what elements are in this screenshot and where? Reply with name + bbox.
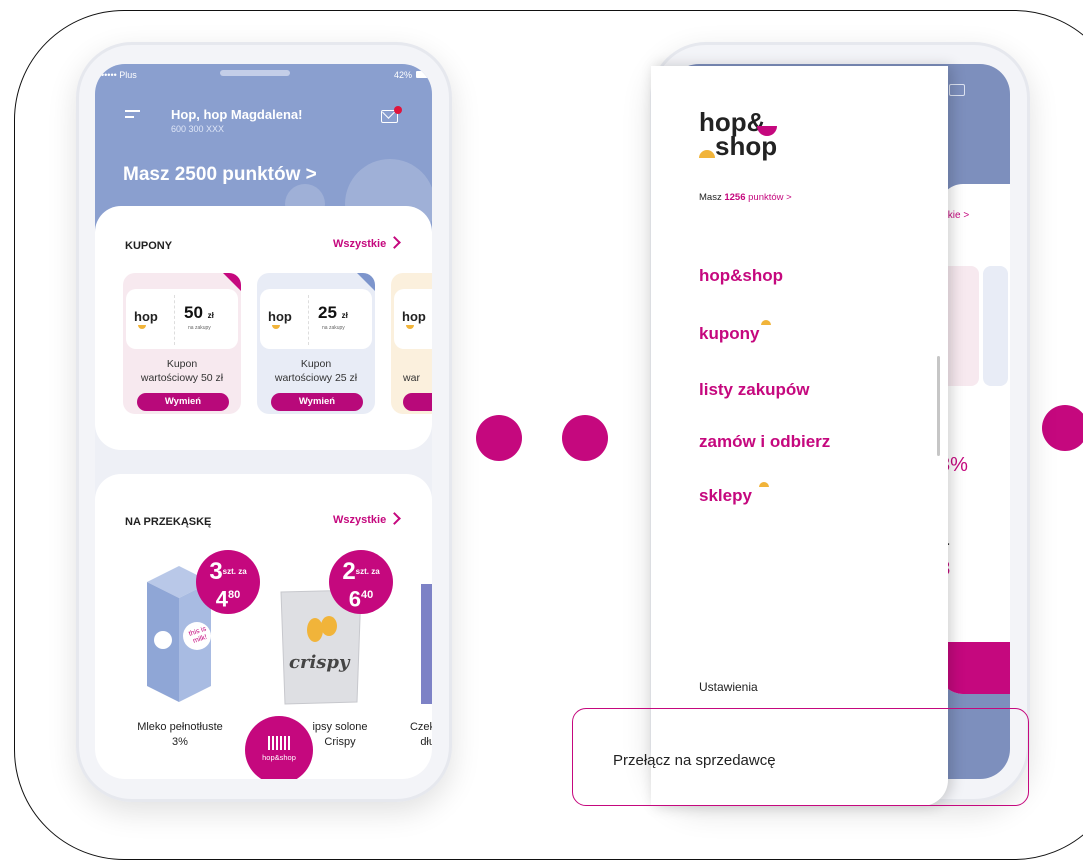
coupons-card: KUPONY Wszystkie hop 50 zł na zakupy Kup…: [95, 206, 432, 450]
snacks-all-link[interactable]: Wszystkie: [333, 512, 402, 526]
hop-logo: hop: [402, 309, 426, 324]
pagination-dot: [1042, 405, 1083, 451]
battery-icon: [416, 71, 428, 78]
pagination-dot: [562, 415, 608, 461]
carrier-label: ••••• Plus: [101, 70, 137, 80]
background-content: tkie > 3% a 3 ł: [939, 184, 1010, 694]
coupon-value: 25 zł: [318, 303, 348, 322]
mail-icon: [949, 84, 965, 96]
coupon-description: war: [403, 372, 420, 384]
side-menu: hop& shop Masz 1256 punktów > hop&shop k…: [651, 66, 948, 806]
hop-logo: hop: [268, 309, 292, 324]
coupons-title: KUPONY: [125, 240, 173, 252]
scan-card-label: hop&shop: [262, 753, 296, 762]
menu-item-stores[interactable]: sklepy: [699, 486, 752, 506]
snacks-title: NA PRZEKĄSKĘ: [125, 516, 212, 528]
sun-icon: [138, 325, 146, 329]
sun-icon: [761, 320, 771, 325]
product-name: Czekdłu: [409, 721, 432, 748]
barcode-icon: [268, 736, 290, 750]
phone-number: 600 300 XXX: [171, 124, 225, 134]
promo-peek: [939, 642, 1010, 694]
hamburger-menu-icon[interactable]: [125, 110, 140, 120]
greeting: Hop, hop Magdalena!: [171, 107, 303, 122]
product-name: Mleko pełnotłuste 3%: [137, 721, 223, 748]
promo-badge: 2szt. za 640: [329, 550, 393, 614]
coupon-peek: [983, 266, 1008, 386]
battery-label: 42%: [393, 70, 412, 80]
points-link[interactable]: Masz 2500 punktów >: [123, 164, 317, 186]
menu-points-link[interactable]: Masz 1256 punktów >: [699, 192, 792, 203]
redeem-button[interactable]: [403, 393, 432, 411]
scrollbar[interactable]: [937, 356, 940, 456]
sun-icon: [406, 325, 414, 329]
menu-item-hopshop[interactable]: hop&shop: [699, 266, 783, 286]
redeem-button[interactable]: Wymień: [271, 393, 363, 411]
coupon-25: hop 25 zł na zakupy Kupon wartościowy 25 …: [257, 273, 375, 414]
coupon-value: 50 zł: [184, 303, 214, 322]
hop-logo: hop: [134, 309, 158, 324]
sun-icon: [272, 325, 280, 329]
coupon-subtitle: na zakupy: [322, 325, 345, 331]
scan-card-button[interactable]: hop&shop: [245, 716, 313, 779]
notification-dot: [394, 106, 402, 114]
coupon-description: Kupon wartościowy 50 zł: [140, 358, 224, 384]
menu-item-order-pickup[interactable]: zamów i odbierz: [699, 432, 830, 452]
partial-product-image: [421, 584, 432, 704]
coupon-description: Kupon wartościowy 25 zł: [274, 358, 358, 384]
pagination-dot: [476, 415, 522, 461]
coupon-subtitle: na zakupy: [188, 325, 211, 331]
coupon-partial: hop war: [391, 273, 432, 414]
home-screen: ••••• Plus 42% Hop, hop Magdalena! 600 3…: [95, 64, 432, 779]
sun-icon: [759, 482, 769, 487]
redeem-button[interactable]: Wymień: [137, 393, 229, 411]
pack-label: crispy: [289, 652, 350, 673]
menu-item-shopping-lists[interactable]: listy zakupów: [699, 380, 810, 400]
switch-to-seller-button[interactable]: Przełącz na sprzedawcę: [572, 708, 1029, 806]
promo-badge: 3szt. za 480: [196, 550, 260, 614]
coupon-50: hop 50 zł na zakupy Kupon wartościowy 50 …: [123, 273, 241, 414]
coupons-all-link[interactable]: Wszystkie: [333, 236, 402, 250]
link-peek: tkie >: [945, 210, 970, 221]
menu-item-coupons[interactable]: kupony: [699, 324, 759, 344]
phone-home: ••••• Plus 42% Hop, hop Magdalena! 600 3…: [76, 42, 452, 802]
speaker: [220, 70, 290, 76]
switch-to-seller-label: Przełącz na sprzedawcę: [613, 752, 776, 769]
settings-link[interactable]: Ustawienia: [699, 680, 758, 694]
